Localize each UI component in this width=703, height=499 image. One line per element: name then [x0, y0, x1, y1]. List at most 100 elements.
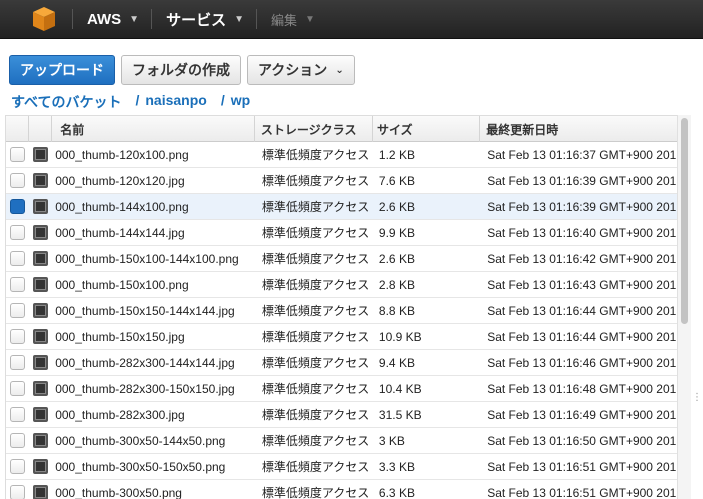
row-checkbox-cell [6, 220, 29, 245]
file-icon [32, 459, 48, 474]
file-name[interactable]: 000_thumb-282x300-150x150.jpg [52, 376, 255, 401]
file-size: 1.2 KB [378, 147, 415, 162]
file-icon [32, 251, 48, 266]
table-row[interactable]: 000_thumb-300x50-150x50.png 標準低頻度アクセス 3.3 … [6, 454, 677, 480]
table-row[interactable]: 000_thumb-300x50-144x50.png 標準低頻度アクセス 3 KB… [6, 428, 677, 454]
file-name[interactable]: 000_thumb-150x150-144x144.jpg [52, 298, 255, 323]
breadcrumb-all-buckets[interactable]: すべてのバケット [11, 92, 121, 112]
actions-dropdown[interactable]: アクション ⌄ [247, 55, 355, 85]
breadcrumb-folder[interactable]: wp [231, 92, 250, 112]
table-row[interactable]: 000_thumb-120x120.jpg 標準低頻度アクセス 7.6 KB Sat … [6, 168, 677, 194]
row-checkbox[interactable] [9, 147, 25, 162]
row-checkbox[interactable] [9, 433, 25, 448]
table-row[interactable]: 000_thumb-282x300-144x144.jpg 標準低頻度アクセス 9.… [6, 350, 677, 376]
file-size: 7.6 KB [378, 173, 415, 188]
file-size: 31.5 KB [378, 407, 422, 422]
upload-button[interactable]: アップロード [9, 55, 115, 85]
file-icon [32, 147, 48, 162]
storage-class: 標準低頻度アクセス [261, 330, 370, 344]
edit-menu[interactable]: 編集 ▼ [257, 0, 327, 39]
file-name[interactable]: 000_thumb-300x50.png [52, 480, 255, 499]
table-row[interactable]: 000_thumb-150x100-144x100.png 標準低頻度アクセス 2.… [6, 246, 677, 272]
row-checkbox-cell [6, 350, 29, 375]
file-name[interactable]: 000_thumb-282x300-144x144.jpg [52, 350, 255, 375]
file-name[interactable]: 000_thumb-120x100.png [52, 142, 255, 167]
row-checkbox-cell [6, 168, 29, 193]
row-checkbox[interactable] [9, 459, 25, 474]
file-name[interactable]: 000_thumb-282x300.jpg [52, 402, 255, 427]
column-header-size[interactable]: サイズ [373, 116, 481, 142]
services-menu[interactable]: サービス ▼ [152, 0, 256, 39]
upload-button-label: アップロード [20, 62, 104, 78]
table-row[interactable]: 000_thumb-282x300.jpg 標準低頻度アクセス 31.5 KB Sat… [6, 402, 677, 428]
file-icon [32, 381, 48, 396]
file-name[interactable]: 000_thumb-150x100.png [52, 272, 255, 297]
storage-class: 標準低頻度アクセス [261, 252, 370, 266]
file-name[interactable]: 000_thumb-150x100-144x100.png [52, 246, 255, 271]
table-row[interactable]: 000_thumb-150x150.jpg 標準低頻度アクセス 10.9 KB Sat… [6, 324, 677, 350]
breadcrumb-bucket[interactable]: naisanpo [145, 92, 206, 112]
table-row[interactable]: 000_thumb-120x100.png 標準低頻度アクセス 1.2 KB Sat … [6, 142, 677, 168]
select-all-column [6, 116, 29, 142]
row-checkbox[interactable] [9, 173, 25, 188]
chevron-down-icon: ▼ [305, 13, 315, 25]
row-checkbox-cell [6, 428, 29, 453]
file-name[interactable]: 000_thumb-150x150.jpg [52, 324, 255, 349]
aws-menu[interactable]: AWS ▼ [73, 0, 151, 39]
row-icon-cell [29, 168, 53, 193]
last-modified: Sat Feb 13 01:16:49 GMT+900 201 [487, 407, 677, 422]
storage-class: 標準低頻度アクセス [261, 148, 370, 162]
row-icon-cell [29, 376, 53, 401]
breadcrumb: すべてのバケット / naisanpo / wp [11, 92, 250, 112]
table-row[interactable]: 000_thumb-150x100.png 標準低頻度アクセス 2.8 KB Sat … [6, 272, 677, 298]
row-checkbox-cell [6, 402, 29, 427]
resize-grip-icon[interactable]: ⋮ [692, 393, 702, 403]
file-size: 3.3 KB [378, 459, 415, 474]
column-header-name[interactable]: 名前 [52, 116, 255, 142]
row-icon-cell [29, 246, 53, 271]
row-checkbox-cell [6, 454, 29, 479]
top-navigation-bar: AWS ▼ サービス ▼ 編集 ▼ [0, 0, 703, 39]
column-header-last-modified[interactable]: 最終更新日時 [480, 116, 677, 142]
last-modified: Sat Feb 13 01:16:39 GMT+900 201 [487, 199, 677, 214]
file-name[interactable]: 000_thumb-300x50-150x50.png [52, 454, 255, 479]
row-checkbox-cell [6, 298, 29, 323]
row-checkbox[interactable] [9, 407, 25, 422]
column-header-storage-class[interactable]: ストレージクラス [255, 116, 374, 142]
table-row[interactable]: 000_thumb-144x100.png 標準低頻度アクセス 2.6 KB Sat … [6, 194, 677, 220]
breadcrumb-separator: / [220, 92, 225, 108]
create-folder-button-label: フォルダの作成 [132, 62, 230, 78]
file-size: 2.6 KB [378, 251, 415, 266]
aws-cube-icon[interactable] [30, 5, 58, 33]
file-name[interactable]: 000_thumb-144x100.png [52, 194, 255, 219]
row-icon-cell [29, 350, 53, 375]
file-name[interactable]: 000_thumb-300x50-144x50.png [52, 428, 255, 453]
storage-class: 標準低頻度アクセス [261, 434, 370, 448]
file-size: 3 KB [378, 433, 405, 448]
file-name[interactable]: 000_thumb-120x120.jpg [52, 168, 255, 193]
file-icon [32, 199, 48, 214]
file-name[interactable]: 000_thumb-144x144.jpg [52, 220, 255, 245]
row-icon-cell [29, 272, 53, 297]
table-row[interactable]: 000_thumb-300x50.png 標準低頻度アクセス 6.3 KB Sat F… [6, 480, 677, 499]
create-folder-button[interactable]: フォルダの作成 [121, 55, 241, 85]
table-row[interactable]: 000_thumb-144x144.jpg 標準低頻度アクセス 9.9 KB Sat … [6, 220, 677, 246]
row-checkbox[interactable] [9, 251, 25, 266]
row-checkbox[interactable] [9, 485, 25, 499]
scrollbar-thumb[interactable] [681, 118, 688, 324]
row-checkbox[interactable] [9, 225, 25, 240]
row-checkbox[interactable] [9, 329, 25, 344]
row-checkbox[interactable] [9, 303, 25, 318]
services-menu-label: サービス [166, 11, 227, 29]
row-checkbox[interactable] [9, 199, 25, 214]
actions-dropdown-label: アクション [258, 62, 328, 78]
row-checkbox[interactable] [9, 277, 25, 292]
row-checkbox[interactable] [9, 355, 25, 370]
edit-menu-label: 編集 [271, 12, 298, 28]
table-row[interactable]: 000_thumb-150x150-144x144.jpg 標準低頻度アクセス 8.… [6, 298, 677, 324]
vertical-scrollbar[interactable] [677, 115, 691, 499]
table-row[interactable]: 000_thumb-282x300-150x150.jpg 標準低頻度アクセス 10… [6, 376, 677, 402]
chevron-down-icon: ▼ [129, 13, 140, 25]
row-checkbox[interactable] [9, 381, 25, 396]
last-modified: Sat Feb 13 01:16:48 GMT+900 201 [487, 381, 677, 396]
